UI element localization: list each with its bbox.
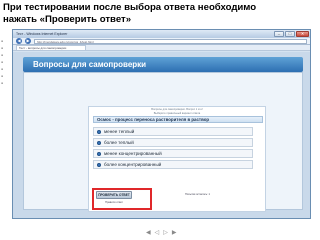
radio-icon[interactable]	[97, 152, 101, 156]
answer-option-label: более концентрированный	[104, 162, 162, 167]
radio-icon[interactable]	[97, 130, 101, 134]
answer-option-label: менее концентрированный	[104, 151, 162, 156]
last-slide-icon[interactable]: ▶	[172, 229, 177, 237]
url-field[interactable]: http://mendeleev.edu.ru/vopros_4/test.ht…	[34, 38, 307, 44]
maximize-icon[interactable]: □	[285, 31, 295, 37]
page-content: Вопросы для самопроверки Вопросы для сам…	[13, 52, 310, 218]
answer-option-label: более теплый	[104, 140, 134, 145]
app-header-title: Вопросы для самопроверки	[33, 60, 147, 69]
window-titlebar: Тест - Windows Internet Explorer – □ ✕	[13, 30, 310, 38]
slide-title-line-2: нажать «Проверить ответ»	[3, 14, 132, 25]
slide-nav: ◀ ◁ ▷ ▶	[146, 229, 177, 237]
red-highlight-frame	[92, 188, 152, 210]
question-instruction: Выберите правильный вариант ответа	[153, 112, 201, 115]
browser-tab[interactable]: Тест - вопросы для самопроверки	[16, 45, 86, 50]
close-icon[interactable]: ✕	[296, 31, 309, 37]
test-panel: Вопросы для самопроверки. Вопрос 1 из 2 …	[23, 72, 303, 212]
attempts-left: Попытки осталось: 1	[185, 193, 210, 196]
back-arrow-icon[interactable]: ◀	[16, 38, 22, 44]
answer-option-label: менее теплый	[104, 129, 135, 134]
answer-option[interactable]: более теплый	[93, 138, 253, 147]
prev-slide-icon[interactable]: ◁	[155, 229, 160, 237]
question-text: Осмос - процесс переноса растворителя в …	[93, 116, 263, 123]
question-card: Вопросы для самопроверки. Вопрос 1 из 2 …	[88, 106, 266, 212]
address-bar: ◀ ▶ http://mendeleev.edu.ru/vopros_4/tes…	[13, 38, 310, 45]
minimize-icon[interactable]: –	[274, 31, 284, 37]
first-slide-icon[interactable]: ◀	[146, 229, 151, 237]
browser-window: Тест - Windows Internet Explorer – □ ✕ ◀…	[12, 29, 311, 219]
slide-title-line-1: При тестировании после выбора ответа нео…	[3, 2, 257, 13]
window-title: Тест - Windows Internet Explorer	[16, 32, 68, 36]
radio-icon[interactable]	[97, 163, 101, 167]
answer-option[interactable]: менее теплый	[93, 127, 253, 136]
left-marks: ▪ ▪ ▪ ▪ ▪ ▪ ▪	[1, 39, 4, 85]
question-counter: Вопросы для самопроверки. Вопрос 1 из 2	[151, 108, 203, 111]
answer-option[interactable]: менее концентрированный	[93, 149, 253, 158]
slide-title: При тестировании после выбора ответа нео…	[3, 2, 317, 26]
next-slide-icon[interactable]: ▷	[163, 229, 168, 237]
tab-bar: Тест - вопросы для самопроверки	[13, 45, 310, 51]
answer-option[interactable]: более концентрированный	[93, 160, 253, 169]
forward-arrow-icon[interactable]: ▶	[25, 38, 31, 44]
radio-icon[interactable]	[97, 141, 101, 145]
app-header: Вопросы для самопроверки	[23, 57, 303, 72]
